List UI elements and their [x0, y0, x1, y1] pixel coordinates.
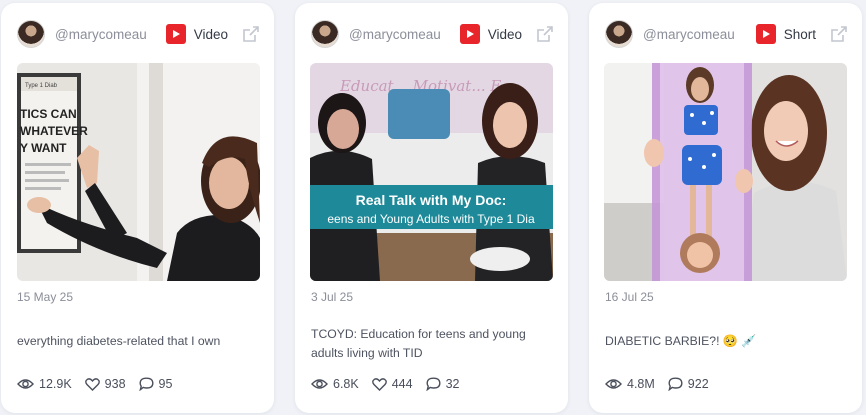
eye-icon [605, 379, 622, 389]
engagement-stats: 12.9K 938 95 [17, 377, 185, 391]
author-handle[interactable]: @marycomeau [643, 27, 756, 42]
post-date: 16 Jul 25 [605, 290, 654, 304]
video-thumbnail[interactable]: Type 1 Diab TICS CAN WHATEVER Y WANT [17, 63, 260, 281]
card-header: @marycomeau Video [17, 19, 260, 49]
banner-line-1: Real Talk with My Doc: [356, 192, 507, 208]
comments-stat: 32 [425, 377, 460, 391]
comment-icon [425, 377, 441, 391]
poster-header: Type 1 Diab [25, 83, 58, 89]
post-type-label: Short [783, 26, 816, 42]
comments-stat: 95 [138, 377, 173, 391]
poster-line-2: WHATEVER [20, 124, 88, 138]
post-card-3[interactable]: @marycomeau Short 16 Jul 25 DIABETIC BAR… [589, 3, 862, 413]
avatar [311, 20, 339, 48]
comments-stat: 922 [668, 377, 709, 391]
likes-stat: 444 [371, 377, 413, 391]
avatar [605, 20, 633, 48]
views-stat: 6.8K [311, 377, 359, 391]
short-thumbnail[interactable] [604, 63, 847, 281]
likes-stat: 938 [84, 377, 126, 391]
youtube-icon [459, 24, 480, 44]
post-date: 15 May 25 [17, 290, 74, 304]
views-stat: 4.8M [605, 377, 655, 391]
likes-count: 938 [104, 377, 126, 391]
external-link-icon[interactable] [242, 25, 260, 43]
card-header: @marycomeau Short [605, 19, 848, 49]
post-type-label: Video [487, 26, 522, 42]
eye-icon [17, 379, 34, 389]
post-date: 3 Jul 25 [311, 290, 354, 304]
card-header: @marycomeau Video [311, 19, 554, 49]
youtube-icon [165, 24, 186, 44]
author-handle[interactable]: @marycomeau [349, 27, 460, 42]
views-count: 4.8M [627, 377, 655, 391]
heart-icon [371, 377, 387, 391]
eye-icon [311, 379, 328, 389]
comment-icon [138, 377, 154, 391]
engagement-stats: 4.8M 922 [605, 377, 722, 391]
views-count: 12.9K [39, 377, 72, 391]
banner-line-2: eens and Young Adults with Type 1 Dia [327, 212, 535, 226]
author-handle[interactable]: @marycomeau [55, 27, 166, 42]
engagement-stats: 6.8K 444 32 [311, 377, 472, 391]
views-count: 6.8K [333, 377, 359, 391]
likes-count: 444 [391, 377, 413, 391]
poster-line-1: TICS CAN [20, 107, 77, 121]
comment-icon [668, 377, 683, 391]
post-caption: DIABETIC BARBIE?! 🥺 💉 [605, 334, 757, 348]
external-link-icon[interactable] [536, 25, 554, 43]
comments-count: 922 [687, 377, 709, 391]
post-card-2[interactable]: @marycomeau Video Educat... Motivat... E… [295, 3, 568, 413]
post-card-1[interactable]: @marycomeau Video Type 1 Diab TICS CAN W… [1, 3, 274, 413]
comments-count: 95 [158, 377, 173, 391]
poster-line-3: Y WANT [20, 141, 67, 155]
post-caption: TCOYD: Education for teens and young adu… [311, 327, 526, 360]
avatar [17, 20, 45, 48]
external-link-icon[interactable] [830, 25, 848, 43]
heart-icon [84, 377, 100, 391]
views-stat: 12.9K [17, 377, 72, 391]
post-type-label: Video [193, 26, 228, 42]
post-caption: everything diabetes-related that I own [17, 334, 221, 348]
comments-count: 32 [445, 377, 460, 391]
video-thumbnail[interactable]: Educat... Motivat... E... Real Talk with… [310, 63, 553, 281]
youtube-icon [755, 24, 776, 44]
